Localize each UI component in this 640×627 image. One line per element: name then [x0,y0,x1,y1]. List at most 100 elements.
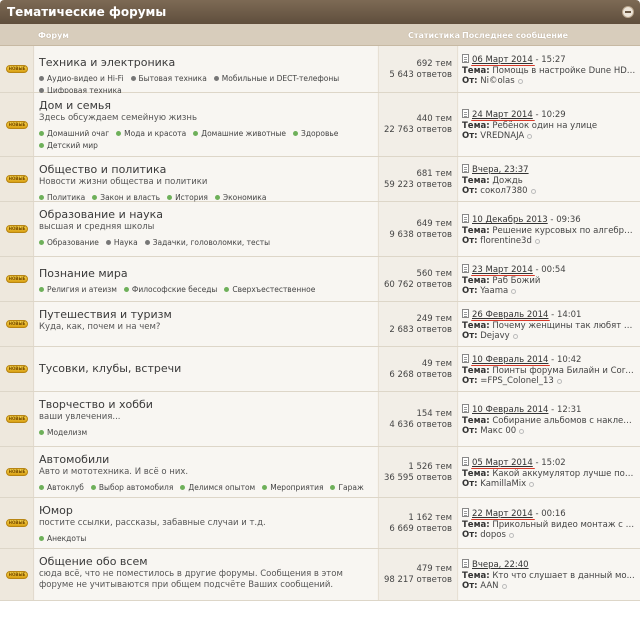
subforum-link[interactable]: Мода и красота [116,128,186,140]
last-post-topic-link[interactable]: Помощь в настройке Dune HD ... [492,66,636,76]
subforum-link[interactable]: Моделизм [39,427,87,439]
last-post-topic-link[interactable]: Почему женщины так любят пу... [492,321,636,331]
subforum-link[interactable]: Бытовая техника [130,73,207,85]
last-post-author-link[interactable]: dopos [480,530,506,540]
last-post-date-link[interactable]: Вчера, 23:37 [472,165,529,175]
document-icon [462,457,469,466]
new-posts-badge-icon[interactable]: НОВЫЕ [6,468,28,476]
last-post-author-link[interactable]: Yaama [480,286,508,296]
forum-stats: 249 тем 2 683 ответов [378,302,458,346]
subforum-dot-icon [262,485,268,490]
last-post-author-link[interactable]: florentine3d [480,236,532,246]
last-post-author-link[interactable]: Dejavy [480,331,509,341]
thread-count: 692 тем [416,59,452,69]
subforum-link[interactable]: Анекдоты [39,533,86,545]
forum-title-link[interactable]: Познание мира [39,267,373,280]
last-post-date-link[interactable]: 05 Март 2014 [472,458,533,468]
forum-title-link[interactable]: Общение обо всем [39,555,373,568]
forum-title-link[interactable]: Тусовки, клубы, встречи [39,362,373,375]
last-post-author-link[interactable]: VREDNAJA [480,131,524,141]
new-posts-badge-icon[interactable]: НОВЫЕ [6,275,28,283]
forum-title-link[interactable]: Техника и электроника [39,56,373,69]
new-posts-badge-icon[interactable]: НОВЫЕ [6,519,28,527]
subforum-link[interactable]: Автоклуб [39,482,84,494]
last-post-author-link[interactable]: AAN [480,581,498,591]
category-title: Тематические форумы [7,5,167,19]
last-post-topic-link[interactable]: Какой аккумулятор лучше пок... [492,469,636,479]
new-posts-badge-icon[interactable]: НОВЫЕ [6,570,28,579]
forum-info: Познание мира Религия и атеизм Философски… [35,257,377,301]
subforum-list: Автоклуб Выбор автомобиля Делимся опытом Ме… [39,482,373,494]
author-label: От: [462,331,478,341]
last-post-author-link[interactable]: Ni©olas [480,76,514,86]
forum-status-cell: НОВЫЕ [0,549,34,600]
last-post-date-link[interactable]: 26 Февраль 2014 [472,310,548,320]
forum-title-link[interactable]: Образование и наука [39,208,373,221]
subforum-link[interactable]: Домашний очаг [39,128,109,140]
subforum-link[interactable]: Детский мир [39,140,98,152]
subforum-link[interactable]: Образование [39,237,99,249]
last-post-date-link[interactable]: 22 Март 2014 [472,509,533,519]
subforum-link[interactable]: Сверхъестественное [224,284,315,296]
last-post-topic-link[interactable]: Собирание альбомов с наклей... [492,416,636,426]
last-post-topic-link[interactable]: Раб Божий [492,276,540,286]
last-post: 10 Февраль 2014 - 10:42 Тема: Поинты фор… [459,347,640,391]
last-post-date-link[interactable]: 10 Февраль 2014 [472,355,548,365]
last-post-author-link[interactable]: сокол7380 [480,186,527,196]
new-posts-badge-icon[interactable]: НОВЫЕ [6,415,28,423]
last-post-date-link[interactable]: Вчера, 22:40 [472,560,529,570]
last-post-date-link[interactable]: 10 Декабрь 2013 [472,215,548,225]
subforum-link[interactable]: Задачки, головоломки, тесты [144,237,270,249]
last-post-topic-link[interactable]: Кто что слушает в данный мо... [492,571,634,581]
forum-row: НОВЫЕ Юмор постите ссылки, рассказы, заб… [0,498,640,549]
subforum-link[interactable]: Выбор автомобиля [90,482,173,494]
last-post-date-link[interactable]: 06 Март 2014 [472,55,533,65]
last-post-topic-link[interactable]: Дождь [492,176,522,186]
last-post-topic-link[interactable]: Поинты форума Билайн и Corb... [492,366,636,376]
document-icon [462,559,469,568]
last-post-author-link[interactable]: Макс 00 [480,426,516,436]
new-posts-badge-icon[interactable]: НОВЫЕ [6,175,28,183]
subforum-link[interactable]: Мероприятия [262,482,323,494]
forum-description: Новости жизни общества и политики [39,177,208,187]
new-posts-badge-icon[interactable]: НОВЫЕ [6,320,28,328]
forum-title-link[interactable]: Общество и политика [39,163,373,176]
last-post-topic-link[interactable]: Решение курсовых по алгебре... [492,226,636,236]
topic-label: Тема: [462,65,490,76]
last-post: Вчера, 23:37 Тема: Дождь От: сокол7380 [459,157,640,201]
subforum-link[interactable]: Гараж [330,482,364,494]
new-posts-badge-icon[interactable]: НОВЫЕ [6,120,28,129]
last-post-topic-link[interactable]: Ребёнок один на улице [492,121,597,131]
forum-info: Общение обо всем сюда всё, что не помест… [35,549,377,600]
subforum-link[interactable]: Мобильные и DECT-телефоны [213,73,339,85]
topic-label: Тема: [462,365,490,376]
new-posts-badge-icon[interactable]: НОВЫЕ [6,365,28,373]
last-post-author-link[interactable]: KamillaMix [480,479,526,489]
subforum-link[interactable]: Аудио-видео и Hi-Fi [39,73,124,85]
post-count: 6 268 ответов [389,370,452,380]
new-posts-badge-icon[interactable]: НОВЫЕ [6,225,28,233]
last-post-date-link[interactable]: 23 Март 2014 [472,265,533,275]
subforum-dot-icon [144,240,150,245]
last-post-topic-link[interactable]: Прикольный видео монтаж с к... [492,520,636,530]
forum-title-link[interactable]: Путешествия и туризм [39,308,373,321]
subforum-dot-icon [213,76,219,81]
forum-info: Автомобили Авто и мототехника. И всё о н… [35,447,377,497]
subforum-link[interactable]: Домашние животные [193,128,286,140]
user-status-icon [527,134,533,139]
collapse-icon[interactable] [622,6,634,18]
subforum-link[interactable]: Здоровье [293,128,338,140]
subforum-link[interactable]: Религия и атеизм [39,284,117,296]
last-post-author-link[interactable]: =FPS_Colonel_13 [480,376,554,386]
last-post-date-link[interactable]: 24 Март 2014 [472,110,533,120]
forum-title-link[interactable]: Творчество и хобби [39,398,373,411]
new-posts-badge-icon[interactable]: НОВЫЕ [6,65,28,73]
subforum-link[interactable]: Наука [105,237,138,249]
subforum-link[interactable]: Делимся опытом [180,482,255,494]
forum-title-link[interactable]: Автомобили [39,453,373,466]
forum-title-link[interactable]: Юмор [39,504,373,517]
subforum-link[interactable]: Философские беседы [123,284,217,296]
forum-row: НОВЫЕ Образование и наука высшая и средн… [0,202,640,257]
forum-title-link[interactable]: Дом и семья [39,99,373,112]
last-post-date-link[interactable]: 10 Февраль 2014 [472,405,548,415]
